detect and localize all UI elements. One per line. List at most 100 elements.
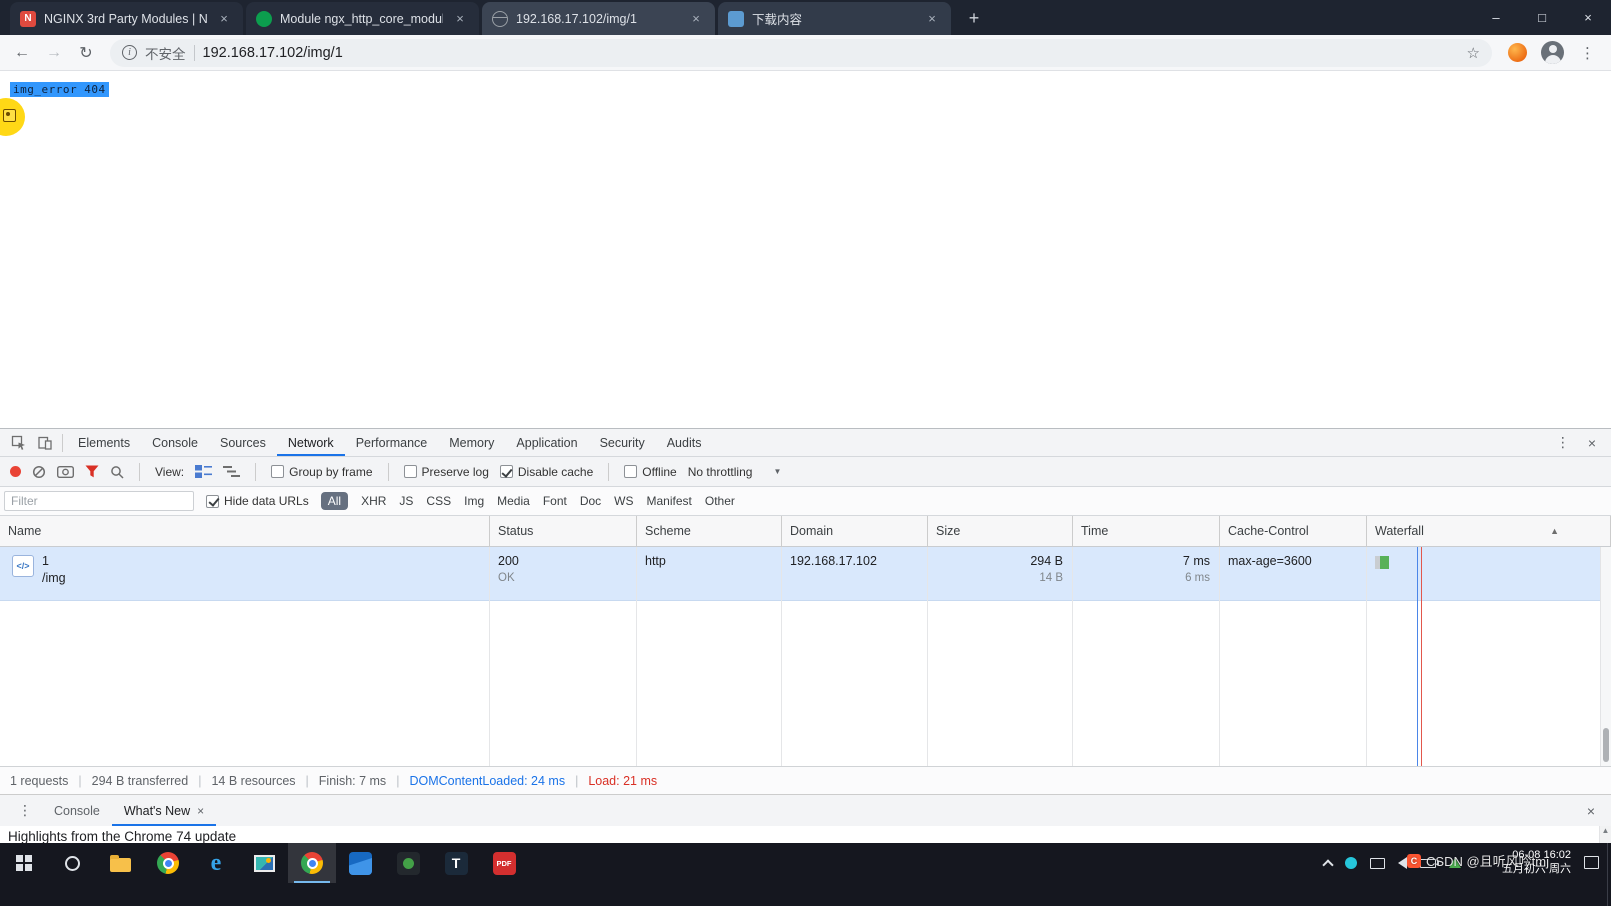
- tab-performance[interactable]: Performance: [345, 429, 439, 456]
- browser-menu-icon[interactable]: ⋮: [1572, 44, 1603, 62]
- display-tray-icon[interactable]: [1370, 858, 1385, 869]
- screen-recorder-button[interactable]: [384, 843, 432, 883]
- minimize-button[interactable]: –: [1473, 0, 1519, 35]
- view-overview-icon[interactable]: [223, 465, 240, 478]
- column-cache-control[interactable]: Cache-Control: [1220, 516, 1367, 546]
- scrollbar-thumb[interactable]: [1603, 728, 1609, 762]
- new-tab-button[interactable]: +: [960, 4, 988, 32]
- record-network-log-icon[interactable]: [10, 466, 21, 477]
- checkbox-label[interactable]: Offline: [642, 465, 676, 479]
- tab-close-icon[interactable]: ×: [451, 10, 469, 28]
- sort-asc-icon[interactable]: ▲: [1550, 526, 1559, 536]
- checkbox-label[interactable]: Group by frame: [289, 465, 372, 479]
- checkbox-unchecked-icon[interactable]: [271, 465, 284, 478]
- browser-tab-active-img[interactable]: 192.168.17.102/img/1 ×: [482, 2, 715, 35]
- filter-input[interactable]: [4, 491, 194, 511]
- column-size[interactable]: Size: [928, 516, 1073, 546]
- window-close-button[interactable]: ×: [1565, 0, 1611, 35]
- chrome-active-button[interactable]: [288, 843, 336, 883]
- view-large-rows-icon[interactable]: [195, 465, 212, 478]
- extension-icon[interactable]: [1508, 43, 1527, 62]
- search-icon[interactable]: [110, 465, 124, 479]
- tab-close-icon[interactable]: ×: [923, 10, 941, 28]
- maximize-button[interactable]: □: [1519, 0, 1565, 35]
- request-row-img[interactable]: </> 1 /img 200 OK http 192.168.17.102 29…: [0, 547, 1600, 601]
- checkbox-unchecked-icon[interactable]: [404, 465, 417, 478]
- filter-type-ws[interactable]: WS: [614, 494, 633, 508]
- disable-cache-checkbox[interactable]: Disable cache: [500, 465, 593, 479]
- column-domain[interactable]: Domain: [782, 516, 928, 546]
- show-desktop-button[interactable]: [1607, 843, 1611, 906]
- checkbox-label[interactable]: Disable cache: [518, 465, 593, 479]
- page-info-icon[interactable]: i: [122, 45, 137, 60]
- filter-icon[interactable]: [85, 465, 99, 478]
- drawer-tab-console[interactable]: Console: [42, 795, 112, 826]
- filter-type-all[interactable]: All: [321, 492, 348, 510]
- tray-app-icon[interactable]: [1345, 857, 1357, 869]
- filter-type-xhr[interactable]: XHR: [361, 494, 386, 508]
- tab-security[interactable]: Security: [589, 429, 656, 456]
- checkbox-checked-icon[interactable]: [206, 495, 219, 508]
- security-label[interactable]: 不安全: [145, 43, 186, 63]
- filter-type-img[interactable]: Img: [464, 494, 484, 508]
- drawer-close-icon[interactable]: ×: [1587, 803, 1611, 819]
- forward-button[interactable]: →: [40, 39, 68, 67]
- typora-button[interactable]: T: [432, 843, 480, 883]
- devtools-menu-icon[interactable]: ⋮: [1549, 434, 1577, 451]
- clear-log-icon[interactable]: [32, 465, 46, 479]
- throttling-value[interactable]: No throttling: [688, 465, 753, 479]
- tab-audits[interactable]: Audits: [656, 429, 713, 456]
- inspect-element-icon[interactable]: [6, 430, 32, 456]
- file-explorer-button[interactable]: [96, 843, 144, 883]
- filter-type-doc[interactable]: Doc: [580, 494, 601, 508]
- bookmark-star-icon[interactable]: ☆: [1467, 44, 1480, 62]
- search-button[interactable]: [48, 843, 96, 883]
- tab-application[interactable]: Application: [505, 429, 588, 456]
- tab-console[interactable]: Console: [141, 429, 209, 456]
- filter-type-other[interactable]: Other: [705, 494, 735, 508]
- edge-button[interactable]: e: [192, 843, 240, 883]
- tab-close-icon[interactable]: ×: [215, 10, 233, 28]
- url-text[interactable]: 192.168.17.102/img/1: [203, 45, 343, 61]
- column-status[interactable]: Status: [490, 516, 637, 546]
- browser-tab-nginx-modules[interactable]: N NGINX 3rd Party Modules | N ×: [10, 2, 243, 35]
- throttling-select[interactable]: No throttling ▼: [688, 465, 782, 479]
- photos-button[interactable]: [240, 843, 288, 883]
- filter-type-manifest[interactable]: Manifest: [647, 494, 692, 508]
- checkbox-unchecked-icon[interactable]: [624, 465, 637, 478]
- drawer-tab-whats-new[interactable]: What's New ×: [112, 795, 216, 826]
- checkbox-checked-icon[interactable]: [500, 465, 513, 478]
- capture-screenshots-icon[interactable]: [57, 465, 74, 478]
- drawer-tab-close-icon[interactable]: ×: [197, 804, 204, 818]
- checkbox-label[interactable]: Preserve log: [422, 465, 489, 479]
- profile-avatar[interactable]: [1541, 41, 1564, 64]
- back-button[interactable]: ←: [8, 39, 36, 67]
- tab-elements[interactable]: Elements: [67, 429, 141, 456]
- filter-type-css[interactable]: CSS: [426, 494, 451, 508]
- start-button[interactable]: [0, 843, 48, 883]
- chrome-pinned-button[interactable]: [144, 843, 192, 883]
- pdf-app-button[interactable]: PDF: [480, 843, 528, 883]
- filter-type-media[interactable]: Media: [497, 494, 530, 508]
- address-bar[interactable]: i 不安全 192.168.17.102/img/1 ☆: [110, 39, 1492, 67]
- browser-tab-ngx-http-core[interactable]: Module ngx_http_core_modul ×: [246, 2, 479, 35]
- tab-sources[interactable]: Sources: [209, 429, 277, 456]
- tab-network[interactable]: Network: [277, 429, 345, 456]
- hide-data-urls-checkbox[interactable]: Hide data URLs: [206, 494, 309, 508]
- column-name[interactable]: Name: [0, 516, 490, 546]
- group-by-frame-checkbox[interactable]: Group by frame: [271, 465, 372, 479]
- reload-button[interactable]: ↻: [72, 39, 100, 67]
- device-toolbar-icon[interactable]: [32, 430, 58, 456]
- table-scrollbar[interactable]: [1600, 547, 1611, 766]
- column-time[interactable]: Time: [1073, 516, 1220, 546]
- preserve-log-checkbox[interactable]: Preserve log: [404, 465, 489, 479]
- browser-tab-downloads[interactable]: 下载内容 ×: [718, 2, 951, 35]
- drawer-menu-icon[interactable]: ⋮: [8, 802, 42, 819]
- volume-icon[interactable]: [1398, 857, 1407, 869]
- tab-close-icon[interactable]: ×: [687, 10, 705, 28]
- offline-checkbox[interactable]: Offline: [624, 465, 676, 479]
- checkbox-label[interactable]: Hide data URLs: [224, 494, 309, 508]
- hidden-icons-chevron-icon[interactable]: [1322, 859, 1333, 870]
- filter-type-font[interactable]: Font: [543, 494, 567, 508]
- blue-app-button[interactable]: [336, 843, 384, 883]
